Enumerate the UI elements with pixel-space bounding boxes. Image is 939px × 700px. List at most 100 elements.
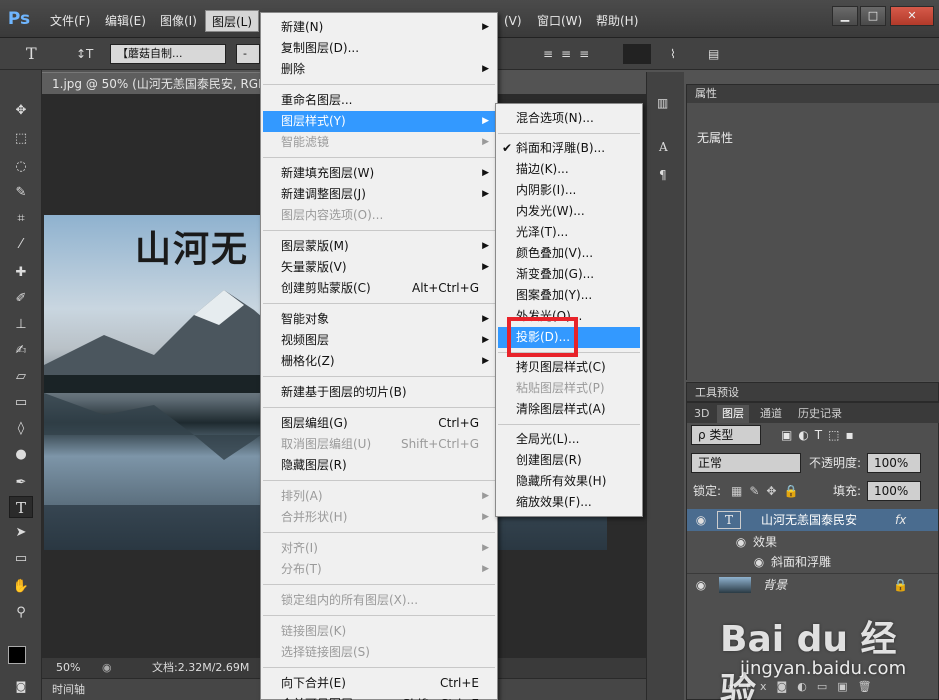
menu-item[interactable]: 新建调整图层(J) ▶ xyxy=(263,184,495,205)
layer-row-text[interactable]: ◉ T 山河无恙国泰民安 fx xyxy=(687,509,938,531)
menu-item[interactable]: 斜面和浮雕(B)... ✔ xyxy=(498,138,640,159)
menu-item[interactable]: 创建剪贴蒙版(C) Alt+Ctrl+G xyxy=(263,278,495,299)
bevel-eye-icon[interactable]: ◉ xyxy=(751,551,767,573)
healing-tool-icon[interactable]: ✚ xyxy=(9,262,33,284)
tab-layers[interactable]: 图层 xyxy=(717,405,749,423)
text-orientation-icon[interactable]: ↕T xyxy=(76,44,93,64)
menu-help[interactable]: 帮助(H) xyxy=(590,10,644,32)
hand-tool-icon[interactable]: ✋ xyxy=(9,576,33,598)
eyedropper-tool-icon[interactable]: ⁄ xyxy=(9,234,33,256)
history-brush-icon[interactable]: ✍ xyxy=(9,340,33,362)
menu-item[interactable]: 视频图层 ▶ xyxy=(263,330,495,351)
text-color-swatch[interactable] xyxy=(623,44,651,64)
menu-item[interactable]: 全局光(L)... xyxy=(498,429,640,450)
effects-row[interactable]: ◉ 效果 xyxy=(687,531,938,553)
menu-item[interactable]: 智能对象 ▶ xyxy=(263,309,495,330)
blend-mode-select[interactable]: 正常 xyxy=(691,453,801,473)
move-tool-icon[interactable]: ✥ xyxy=(9,100,33,122)
menu-item[interactable]: 删除 ▶ xyxy=(263,59,495,80)
align-icons[interactable]: ≡≡≡ xyxy=(543,44,597,64)
menu-item[interactable]: 图层样式(Y) ▶ xyxy=(263,111,495,132)
pen-tool-icon[interactable]: ✒ xyxy=(9,472,33,494)
menu-item[interactable]: 颜色叠加(V)... xyxy=(498,243,640,264)
effects-eye-icon[interactable]: ◉ xyxy=(733,531,749,553)
properties-tab[interactable]: 属性 xyxy=(687,85,939,103)
maximize-button[interactable]: □ xyxy=(860,6,886,26)
menu-view[interactable]: (V) xyxy=(498,10,528,32)
blur-tool-icon[interactable]: ◊ xyxy=(9,418,33,440)
filter-icons[interactable]: ▣◐T⬚▪ xyxy=(781,425,860,445)
menu-item[interactable]: 复制图层(D)... xyxy=(263,38,495,59)
lasso-tool-icon[interactable]: ◌ xyxy=(9,156,33,178)
menu-item[interactable]: 重命名图层... xyxy=(263,90,495,111)
foreground-color[interactable] xyxy=(8,646,26,664)
menu-item[interactable]: 缩放效果(F)... xyxy=(498,492,640,513)
menu-edit[interactable]: 编辑(E) xyxy=(99,10,152,32)
character-icon[interactable]: A xyxy=(659,140,668,154)
eraser-tool-icon[interactable]: ▱ xyxy=(9,366,33,388)
menu-item[interactable]: 图层编组(G) Ctrl+G xyxy=(263,413,495,434)
paragraph-icon[interactable]: ¶ xyxy=(659,168,667,182)
menu-item[interactable]: 合并可见图层Shift+Ctrl+E xyxy=(263,694,495,700)
layer-row-background[interactable]: ◉ 背景 🔒 xyxy=(687,573,938,595)
close-button[interactable]: ✕ xyxy=(890,6,934,26)
menu-item[interactable]: 描边(K)... xyxy=(498,159,640,180)
background-eye-icon[interactable]: ◉ xyxy=(693,574,709,596)
zoom-level[interactable]: 50% xyxy=(56,658,80,678)
character-panel-icon[interactable]: ▥ xyxy=(657,96,668,110)
gradient-tool-icon[interactable]: ▭ xyxy=(9,392,33,414)
font-style-select[interactable]: - xyxy=(236,44,260,64)
menu-item[interactable]: 内阴影(I)... xyxy=(498,180,640,201)
menu-item[interactable]: 隐藏图层(R) xyxy=(263,455,495,476)
lock-icons[interactable]: ▦✎✥🔒 xyxy=(731,481,805,501)
menu-item[interactable]: 栅格化(Z) ▶ xyxy=(263,351,495,372)
status-icon[interactable]: ◉ xyxy=(102,658,112,678)
shape-tool-icon[interactable]: ▭ xyxy=(9,548,33,570)
zoom-tool-icon[interactable]: ⚲ xyxy=(9,602,33,624)
type-tool-icon[interactable]: T xyxy=(9,496,33,518)
menu-item[interactable]: 创建图层(R) xyxy=(498,450,640,471)
path-select-tool-icon[interactable]: ➤ xyxy=(9,522,33,544)
dodge-tool-icon[interactable]: ● xyxy=(9,444,33,466)
menu-item[interactable]: 隐藏所有效果(H) xyxy=(498,471,640,492)
menu-item[interactable]: 清除图层样式(A) xyxy=(498,399,640,420)
menu-item[interactable]: 内发光(W)... xyxy=(498,201,640,222)
fill-input[interactable]: 100% xyxy=(867,481,921,501)
fx-icon[interactable]: fx xyxy=(895,510,906,530)
menu-item[interactable]: 图案叠加(Y)... xyxy=(498,285,640,306)
menu-item[interactable]: 新建基于图层的切片(B) xyxy=(263,382,495,403)
layer-name[interactable]: 山河无恙国泰民安 xyxy=(761,510,857,530)
font-family-select[interactable]: 【蘑菇自制... xyxy=(110,44,226,64)
bevel-effect-row[interactable]: ◉ 斜面和浮雕 xyxy=(687,551,938,573)
menu-item[interactable]: 新建(N) ▶ xyxy=(263,17,495,38)
menu-item[interactable]: 混合选项(N)... xyxy=(498,108,640,129)
crop-tool-icon[interactable]: ⌗ xyxy=(9,208,33,230)
minimize-button[interactable]: ▁ xyxy=(832,6,858,26)
tool-presets-tab[interactable]: 工具预设 xyxy=(686,382,939,402)
marquee-tool-icon[interactable]: ⬚ xyxy=(9,128,33,150)
menu-item[interactable]: 矢量蒙版(V) ▶ xyxy=(263,257,495,278)
warp-text-icon[interactable]: ⌇ xyxy=(670,44,676,64)
brush-tool-icon[interactable]: ✐ xyxy=(9,288,33,310)
quick-select-tool-icon[interactable]: ✎ xyxy=(9,182,33,204)
text-tool-icon[interactable]: T xyxy=(26,44,37,64)
menu-item[interactable]: 新建填充图层(W) ▶ xyxy=(263,163,495,184)
tab-channels[interactable]: 通道 xyxy=(755,405,787,423)
panel-toggle-icon[interactable]: ▤ xyxy=(708,44,719,64)
menu-item[interactable]: 图层蒙版(M) ▶ xyxy=(263,236,495,257)
tab-3d[interactable]: 3D xyxy=(689,405,714,423)
tab-history[interactable]: 历史记录 xyxy=(793,405,847,423)
opacity-input[interactable]: 100% xyxy=(867,453,921,473)
menu-item[interactable]: 拷贝图层样式(C) xyxy=(498,357,640,378)
menu-item[interactable]: 向下合并(E) Ctrl+E xyxy=(263,673,495,694)
menu-file[interactable]: 文件(F) xyxy=(44,10,96,32)
visibility-eye-icon[interactable]: ◉ xyxy=(693,509,709,531)
layer-filter-select[interactable]: ρ 类型 xyxy=(691,425,761,445)
menu-item[interactable]: 光泽(T)... xyxy=(498,222,640,243)
stamp-tool-icon[interactable]: ⊥ xyxy=(9,314,33,336)
background-layer-name[interactable]: 背景 xyxy=(763,575,787,595)
quick-mask-icon[interactable]: ◙ xyxy=(9,676,33,698)
menu-item[interactable]: 渐变叠加(G)... xyxy=(498,264,640,285)
menu-window[interactable]: 窗口(W) xyxy=(531,10,588,32)
menu-layer[interactable]: 图层(L) xyxy=(205,10,260,32)
